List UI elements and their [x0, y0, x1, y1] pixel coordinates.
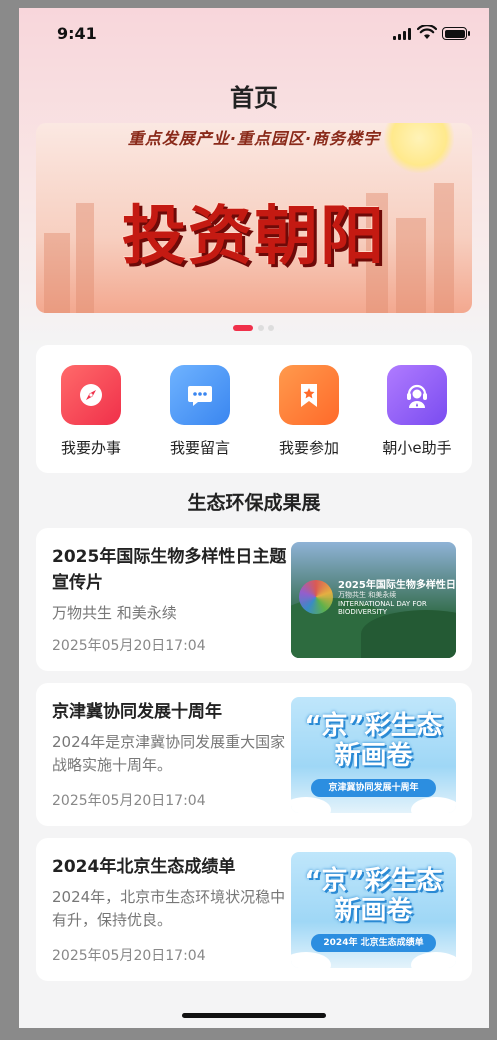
service-grid: 我要办事 我要留言 我要参加 朝小e助手 — [36, 345, 472, 473]
wifi-icon — [417, 25, 437, 39]
signal-icon — [393, 28, 411, 40]
article-desc: 2024年，北京市生态环境状况稳中有升，保持优良。 — [52, 888, 286, 929]
thumb-ribbon: 2024年 北京生态成绩单 — [311, 934, 436, 952]
carousel-dot-active[interactable] — [233, 325, 253, 331]
section-title: 生态环保成果展 — [187, 492, 321, 514]
service-item-assistant[interactable]: 朝小e助手 — [367, 365, 467, 458]
thumb-text: 2025年国际生物多样性日 — [338, 580, 456, 591]
article-title: 2025年国际生物多样性日主题宣传片 — [52, 547, 287, 593]
thumb-ribbon: 京津冀协同发展十周年 — [311, 779, 436, 797]
article-title: 京津冀协同发展十周年 — [52, 702, 222, 722]
service-label: 朝小e助手 — [382, 439, 452, 457]
article-desc: 万物共生 和美永续 — [52, 604, 177, 622]
article-date: 2025年05月20日17:04 — [52, 948, 206, 964]
service-label: 我要留言 — [169, 439, 230, 457]
carousel-dot[interactable] — [268, 325, 274, 331]
service-item-handle-affairs[interactable]: 我要办事 — [41, 365, 141, 458]
compass-icon — [61, 365, 121, 425]
bookmark-star-icon — [279, 365, 339, 425]
article-date: 2025年05月20日17:04 — [52, 638, 206, 654]
service-item-participate[interactable]: 我要参加 — [259, 365, 359, 458]
article-title: 2024年北京生态成绩单 — [52, 857, 236, 877]
article-date: 2025年05月20日17:04 — [52, 793, 206, 809]
service-item-leave-message[interactable]: 我要留言 — [150, 365, 250, 458]
thumb-text: “京”彩生态 新画卷 — [304, 866, 443, 926]
page-title: 首页 — [230, 84, 278, 112]
status-time: 9:41 — [57, 24, 97, 43]
article-thumbnail: “京”彩生态 新画卷 2024年 北京生态成绩单 — [291, 852, 456, 968]
article-card[interactable]: 京津冀协同发展十周年 2024年是京津冀协同发展重大国家战略实施十周年。 202… — [36, 683, 472, 826]
service-label: 我要办事 — [60, 439, 121, 457]
home-indicator[interactable] — [182, 1013, 326, 1018]
banner-carousel[interactable]: 重点发展产业·重点园区·商务楼宇 投资朝阳 — [36, 123, 472, 313]
banner-headline: 投资朝阳 — [122, 200, 386, 274]
biodiversity-logo — [299, 580, 333, 614]
thumb-text: 万物共生 和美永续 — [338, 591, 397, 599]
article-card[interactable]: 2025年国际生物多样性日主题宣传片 万物共生 和美永续 2025年05月20日… — [36, 528, 472, 671]
assistant-icon — [387, 365, 447, 425]
banner-subtitle: 重点发展产业·重点园区·商务楼宇 — [127, 129, 381, 148]
chat-bubble-icon — [170, 365, 230, 425]
phone-screen: 9:41 首页 重点发展产业·重点园区·商务楼宇 投资朝阳 我要办事 我要留言 … — [19, 8, 489, 1028]
service-label: 我要参加 — [278, 439, 339, 457]
article-thumbnail: “京”彩生态 新画卷 京津冀协同发展十周年 — [291, 697, 456, 813]
thumb-text: “京”彩生态 新画卷 — [304, 711, 443, 771]
status-bar: 9:41 — [19, 8, 489, 58]
battery-icon — [442, 27, 470, 40]
article-desc: 2024年是京津冀协同发展重大国家战略实施十周年。 — [52, 733, 286, 774]
article-thumbnail: 2025年国际生物多样性日 万物共生 和美永续 INTERNATIONAL DA… — [291, 542, 456, 658]
carousel-dot[interactable] — [258, 325, 264, 331]
article-card[interactable]: 2024年北京生态成绩单 2024年，北京市生态环境状况稳中有升，保持优良。 2… — [36, 838, 472, 981]
thumb-text: INTERNATIONAL DAY FOR BIODIVERSITY — [338, 600, 427, 616]
